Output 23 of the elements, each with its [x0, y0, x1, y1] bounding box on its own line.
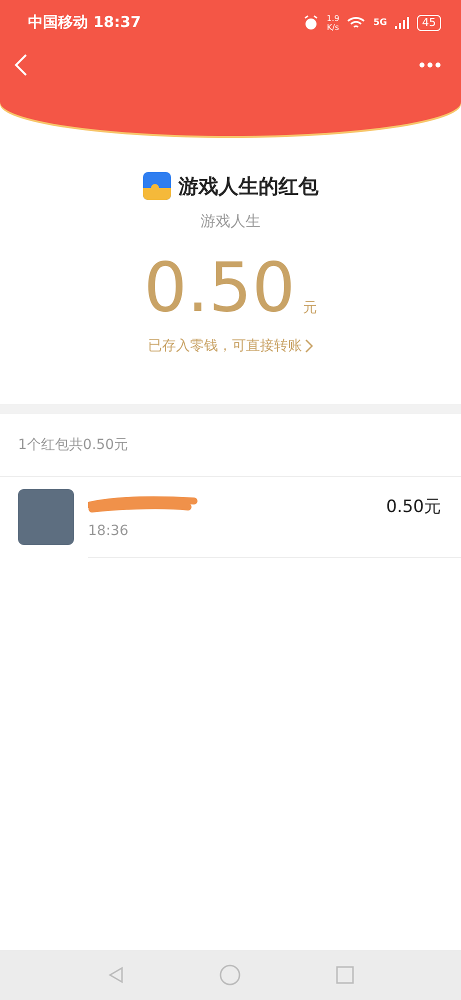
more-icon[interactable] — [419, 62, 441, 68]
puzzle-logo-icon — [142, 172, 170, 200]
network-speed: 1.9 K/s — [326, 14, 340, 32]
battery-level: 45 — [417, 14, 441, 30]
recents-nav-icon[interactable] — [336, 966, 354, 984]
packet-title: 游戏人生的红包 — [178, 172, 318, 200]
carrier-time: 中国移动 18:37 — [28, 13, 142, 32]
sender-name: 游戏人生 — [200, 212, 260, 231]
signal-icon — [395, 16, 409, 28]
record-amount: 0.50元 — [386, 496, 441, 518]
wifi-icon — [347, 16, 366, 30]
avatar-photo-placeholder — [18, 489, 74, 545]
back-nav-icon[interactable] — [107, 966, 126, 984]
summary-text: 1个红包共0.50元 — [0, 414, 461, 477]
alarm-icon — [302, 14, 319, 30]
change-link[interactable]: 已存入零钱，可直接转账 — [148, 337, 313, 355]
currency-unit: 元 — [303, 299, 318, 317]
chevron-icon — [305, 339, 313, 353]
back-icon[interactable] — [14, 53, 28, 77]
packet-amount: 0.50 — [144, 255, 296, 323]
record-time: 18:36 — [88, 523, 130, 539]
network-type: 5G — [373, 18, 387, 28]
home-nav-icon[interactable] — [219, 964, 242, 986]
